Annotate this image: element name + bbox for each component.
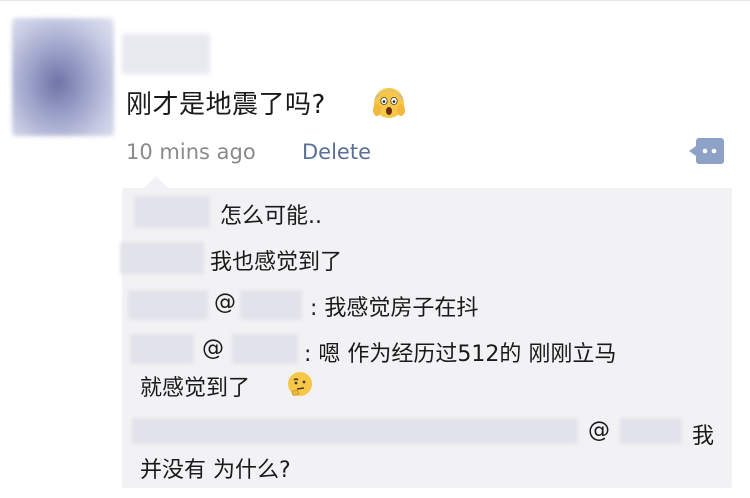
mention-symbol[interactable]: @ [202,336,224,361]
thinking-face-icon [288,372,312,396]
comment-text: : 我感觉房子在抖 [310,296,479,321]
mentioned-name-redacted[interactable] [620,418,682,444]
mention-symbol[interactable]: @ [214,290,236,315]
delete-link[interactable]: Delete [302,140,371,164]
face-screaming-in-fear-icon [373,88,405,118]
commenter-name-redacted[interactable] [130,334,194,364]
comment-text-continued: 就感觉到了 [140,376,251,401]
comments-pointer [144,176,168,188]
commenter-name-redacted[interactable] [128,290,208,320]
mentioned-name-redacted[interactable] [232,334,298,364]
comment-bubble-icon[interactable] [688,136,726,166]
post-timestamp: 10 mins ago [126,140,256,164]
mentioned-name-redacted[interactable] [240,290,302,320]
commenter-name-redacted[interactable] [120,242,204,274]
avatar[interactable] [12,18,114,136]
top-divider [0,0,750,1]
comment-text: 我 [692,424,715,449]
comment-text: 怎么可能.. [220,204,322,229]
comment-text: : 嗯 作为经历过512的 刚刚立马 [304,342,617,367]
comment-text: 我也感觉到了 [210,250,343,275]
mention-symbol[interactable]: @ [588,418,610,443]
commenter-name-redacted[interactable] [132,418,578,444]
comment-text-continued: 并没有 为什么? [140,458,291,483]
poster-name-redacted[interactable] [122,34,210,74]
commenter-name-redacted[interactable] [134,196,210,228]
post-text: 刚才是地震了吗? [126,90,326,120]
